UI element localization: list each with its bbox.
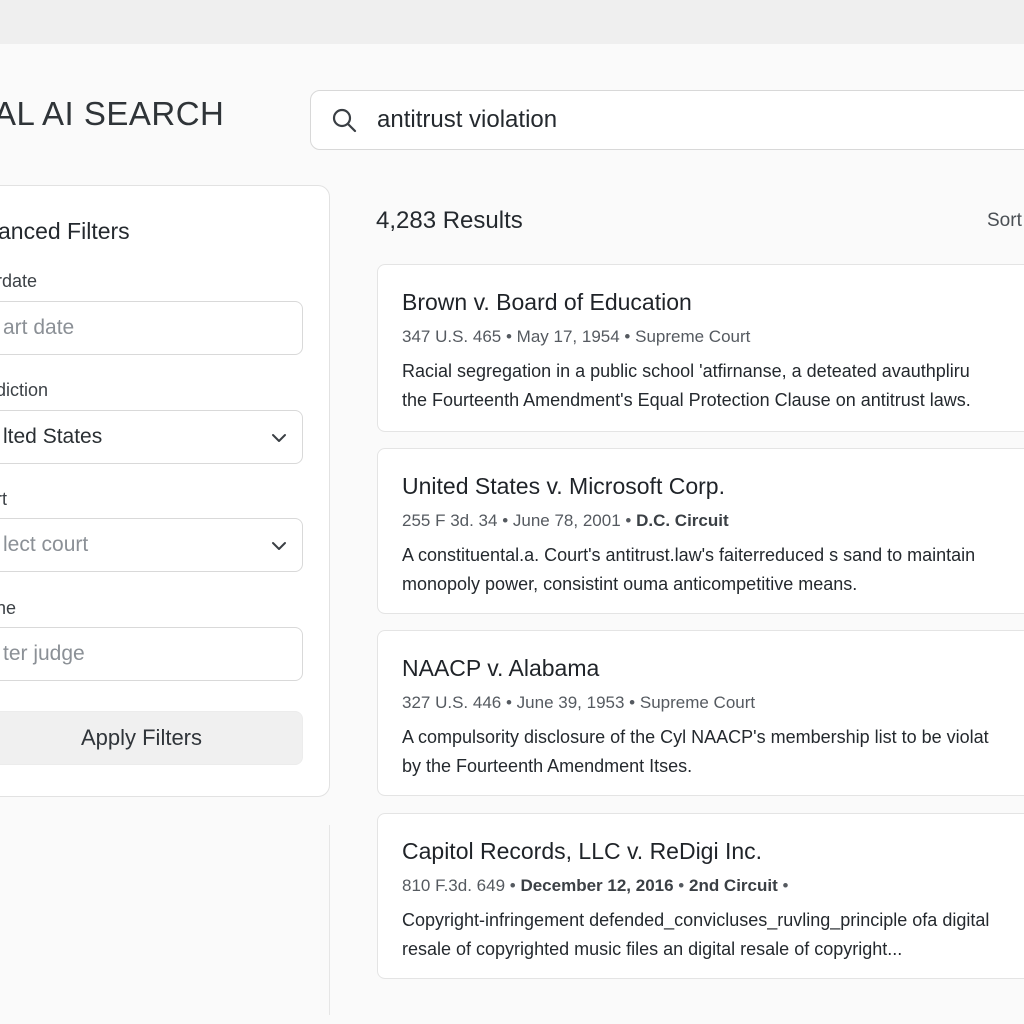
chevron-down-icon [272,542,286,550]
result-card[interactable]: Capitol Records, LLC v. ReDigi Inc. 810 … [377,813,1024,979]
result-date: December 12, 2016 [520,876,674,895]
result-date: May 17, 1954 [516,327,620,346]
jurisdiction-value: lted States [3,425,103,448]
result-card[interactable]: NAACP v. Alabama 327 U.S. 446 • June 39,… [377,630,1024,796]
snippet-line: A constituental.a. Court's antitrust.law… [402,545,976,565]
result-meta: 347 U.S. 465 • May 17, 1954 • Supreme Co… [402,327,750,347]
result-title[interactable]: Capitol Records, LLC v. ReDigi Inc. [402,838,762,865]
snippet-line: A compulsority disclosure of the Cyl NAA… [402,727,989,747]
search-input[interactable] [377,106,977,134]
snippet-line: resale of copyrighted music files an dig… [402,939,903,959]
app-title: AL AI SEARCH [0,95,225,132]
top-band [0,0,1024,44]
meta-separator: • [629,693,640,712]
apply-filters-button[interactable]: Apply Filters [0,711,303,765]
result-snippet: A constituental.a. Court's antitrust.law… [402,541,975,599]
result-date: June 78, 2001 [512,511,621,530]
meta-separator: • [782,876,789,895]
sort-control[interactable]: Sort [987,210,1022,232]
result-citation: 810 F.3d. 649 [402,876,506,895]
result-meta: 327 U.S. 446 • June 39, 1953 • Supreme C… [402,693,755,713]
court-placeholder: lect court [3,533,89,556]
judge-field[interactable]: ter judge [0,627,303,681]
panel-divider [329,825,330,1015]
result-court: Supreme Court [639,693,756,712]
result-meta: 255 F 3d. 34 • June 78, 2001 • D.C. Circ… [402,511,729,531]
date-placeholder: art date [3,316,75,339]
result-court: D.C. Circuit [636,511,729,530]
result-title[interactable]: NAACP v. Alabama [402,655,599,682]
result-snippet: Copyright-infringement defended_conviclu… [402,906,989,964]
meta-separator: • [624,327,636,346]
court-select[interactable]: lect court [0,518,303,572]
result-citation: 327 U.S. 446 [402,693,502,712]
snippet-line: the Fourteenth Amendment's Equal Protect… [402,390,971,410]
jurisdiction-select[interactable]: lted States [0,410,303,464]
meta-separator: • [509,876,521,895]
result-snippet: A compulsority disclosure of the Cyl NAA… [402,723,989,781]
chevron-down-icon [272,434,286,442]
meta-separator: • [502,511,513,530]
judge-label: ne [0,598,17,618]
result-card[interactable]: United States v. Microsoft Corp. 255 F 3… [377,448,1024,614]
snippet-line: monopoly power, consistint ouma anticomp… [402,574,858,594]
result-snippet: Racial segregation in a public school 'a… [402,357,971,415]
search-icon[interactable] [331,107,357,133]
snippet-line: Copyright-infringement defended_conviclu… [402,910,990,930]
result-court: 2nd Circuit [688,876,778,895]
result-title[interactable]: United States v. Microsoft Corp. [402,473,725,500]
snippet-line: Racial segregation in a public school 'a… [402,361,970,381]
court-label: rt [0,489,7,509]
result-citation: 255 F 3d. 34 [402,511,498,530]
date-label: rdate [0,271,38,291]
result-citation: 347 U.S. 465 [402,327,502,346]
result-date: June 39, 1953 [516,693,625,712]
meta-separator: • [505,693,517,712]
meta-separator: • [505,327,517,346]
result-meta: 810 F.3d. 649 • December 12, 2016 • 2nd … [402,876,788,896]
advanced-filters-panel [0,185,330,797]
judge-placeholder: ter judge [3,642,85,665]
filters-title: anced Filters [0,218,130,244]
meta-separator: • [625,511,637,530]
result-title[interactable]: Brown v. Board of Education [402,289,692,316]
search-bar[interactable] [310,90,1024,150]
date-field[interactable]: art date [0,301,303,355]
result-card[interactable]: Brown v. Board of Education 347 U.S. 465… [377,264,1024,432]
jurisdiction-label: diction [0,380,49,400]
result-court: Supreme Court [635,327,751,346]
results-count: 4,283 Results [376,207,523,234]
meta-separator: • [678,876,689,895]
snippet-line: by the Fourteenth Amendment Itses. [402,756,693,776]
